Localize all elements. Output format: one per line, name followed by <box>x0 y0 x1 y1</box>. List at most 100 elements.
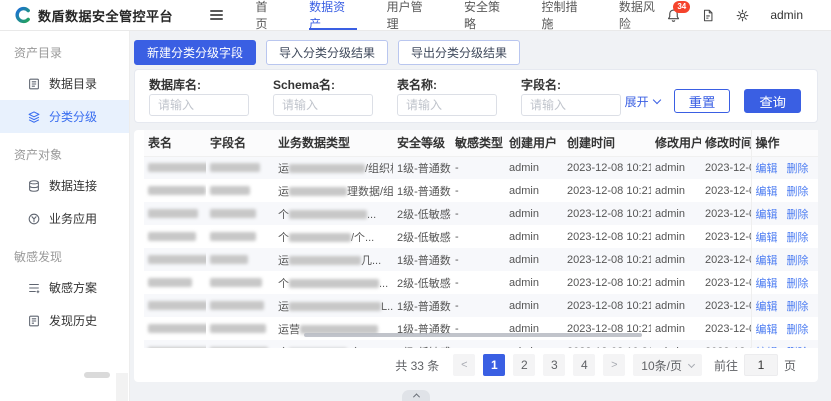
new-classify-field-button[interactable]: 新建分类分级字段 <box>134 40 256 65</box>
nav-item-data-risk[interactable]: 数据风险 <box>619 0 666 30</box>
sidebar-item-classify-grade[interactable]: 分类分级 <box>0 100 129 133</box>
column-header: 字段名 <box>206 130 274 156</box>
nav-item-user-management[interactable]: 用户管理 <box>387 0 434 30</box>
delete-link[interactable]: 删除 <box>787 163 809 175</box>
delete-link[interactable]: 删除 <box>787 255 809 267</box>
delete-link[interactable]: 删除 <box>787 301 809 313</box>
chevron-up-icon <box>412 393 419 400</box>
import-result-button[interactable]: 导入分类分级结果 <box>266 40 388 65</box>
delete-link[interactable]: 删除 <box>787 347 809 349</box>
sidebar-collapse-handle[interactable] <box>84 372 110 378</box>
column-header: 表名 <box>144 130 206 156</box>
cell-modified-time: 2023-12-08 10 <box>701 271 751 294</box>
sidebar-item-data-catalog[interactable]: 数据目录 <box>0 67 129 100</box>
redacted-table-name <box>148 209 198 218</box>
sidebar-scrollbar[interactable] <box>116 373 128 401</box>
next-page-button[interactable]: > <box>603 354 625 376</box>
redacted-business-type <box>289 256 361 265</box>
cell-business-type: 运几... <box>274 248 393 271</box>
sidebar-item-business-app[interactable]: 业务应用 <box>0 202 129 235</box>
goto-suffix: 页 <box>784 357 796 374</box>
page-button-1[interactable]: 1 <box>483 354 505 376</box>
action-toolbar: 新建分类分级字段 导入分类分级结果 导出分类分级结果 <box>130 31 818 69</box>
cell-creator: admin <box>505 271 563 294</box>
cell-modifier: admin <box>651 202 701 225</box>
cell-creator: admin <box>505 225 563 248</box>
cell-actions: 编辑删除 <box>751 248 818 271</box>
nav-item-home[interactable]: 首页 <box>255 0 279 30</box>
logo-icon <box>14 6 32 24</box>
reset-button[interactable]: 重置 <box>674 89 731 113</box>
cell-sensitive-type: - <box>451 294 505 317</box>
classify-grade-table: 表名字段名业务数据类型安全等级敏感类型创建用户创建时间修改用户修改时间操作 运/… <box>144 130 818 348</box>
nav-item-control-measures[interactable]: 控制措施 <box>541 0 588 30</box>
cell-modifier: admin <box>651 156 701 179</box>
delete-link[interactable]: 删除 <box>787 232 809 244</box>
cell-sensitive-type: - <box>451 156 505 179</box>
cell-creator: admin <box>505 202 563 225</box>
field-name-input[interactable] <box>521 94 621 116</box>
horizontal-scrollbar[interactable] <box>304 333 642 337</box>
delete-link[interactable]: 删除 <box>787 278 809 290</box>
cell-table-name <box>144 202 206 225</box>
nav-item-data-assets[interactable]: 数据资产 <box>309 0 356 30</box>
edit-link[interactable]: 编辑 <box>756 278 778 290</box>
cell-modifier: admin <box>651 248 701 271</box>
cell-security-level: 2级-低敏感数... <box>393 225 451 248</box>
cell-business-type: 个/个... <box>274 340 393 348</box>
page-button-2[interactable]: 2 <box>513 354 535 376</box>
page-size-select[interactable]: 10条/页 <box>633 354 702 376</box>
redacted-field-name <box>210 324 266 333</box>
table-name-input[interactable] <box>397 94 497 116</box>
delete-link[interactable]: 删除 <box>787 209 809 221</box>
edit-link[interactable]: 编辑 <box>756 163 778 175</box>
sidebar-item-sensitive-plan[interactable]: 敏感方案 <box>0 271 129 304</box>
edit-link[interactable]: 编辑 <box>756 324 778 336</box>
redacted-business-type <box>289 302 381 311</box>
cell-business-type: 个/个... <box>274 225 393 248</box>
prev-page-button[interactable]: < <box>453 354 475 376</box>
sidebar-item-data-connection[interactable]: 数据连接 <box>0 169 129 202</box>
hamburger-menu-icon[interactable] <box>210 7 223 22</box>
goto-page-input[interactable] <box>744 354 778 376</box>
nav-item-security-policy[interactable]: 安全策略 <box>464 0 511 30</box>
expand-filters-link[interactable]: 展开 <box>625 93 660 110</box>
table-scroll-area: 表名字段名业务数据类型安全等级敏感类型创建用户创建时间修改用户修改时间操作 运/… <box>134 130 818 348</box>
cell-business-type: 运L... <box>274 294 393 317</box>
page-button-3[interactable]: 3 <box>543 354 565 376</box>
redacted-field-name <box>210 255 248 264</box>
sidebar-item-label: 敏感方案 <box>49 279 97 296</box>
database-name-input[interactable] <box>149 94 249 116</box>
document-report-icon[interactable] <box>701 8 715 23</box>
filter-label: 字段名: <box>521 76 621 90</box>
topbar-right: 34 admin <box>666 8 831 23</box>
cell-actions: 编辑 删除 <box>751 340 818 348</box>
collapse-up-pill[interactable] <box>402 390 430 401</box>
edit-link[interactable]: 编辑 <box>756 301 778 313</box>
cell-creator: admin <box>505 294 563 317</box>
edit-link[interactable]: 编辑 <box>756 255 778 267</box>
cell-sensitive-type: - <box>451 248 505 271</box>
search-button[interactable]: 查询 <box>744 89 801 113</box>
export-result-button[interactable]: 导出分类分级结果 <box>398 40 520 65</box>
edit-link[interactable]: 编辑 <box>756 347 778 349</box>
redacted-table-name <box>148 163 206 172</box>
notification-bell-icon[interactable]: 34 <box>666 8 681 23</box>
column-header: 操作 <box>751 130 818 156</box>
edit-link[interactable]: 编辑 <box>756 186 778 198</box>
cell-created-time: 2023-12-08 10:21:17 <box>563 202 651 225</box>
settings-gear-icon[interactable] <box>735 8 750 23</box>
schema-name-input[interactable] <box>273 94 373 116</box>
cell-modified-time: 2023-12-08 10 <box>701 179 751 202</box>
delete-link[interactable]: 删除 <box>787 186 809 198</box>
redacted-table-name <box>148 301 206 310</box>
delete-link[interactable]: 删除 <box>787 324 809 336</box>
sidebar-item-discovery-history[interactable]: 发现历史 <box>0 304 129 337</box>
current-user[interactable]: admin <box>770 8 803 22</box>
page-button-4[interactable]: 4 <box>573 354 595 376</box>
redacted-business-type <box>289 164 365 173</box>
edit-link[interactable]: 编辑 <box>756 209 778 221</box>
edit-link[interactable]: 编辑 <box>756 232 778 244</box>
cell-table-name <box>144 248 206 271</box>
cell-field-name <box>206 340 274 348</box>
